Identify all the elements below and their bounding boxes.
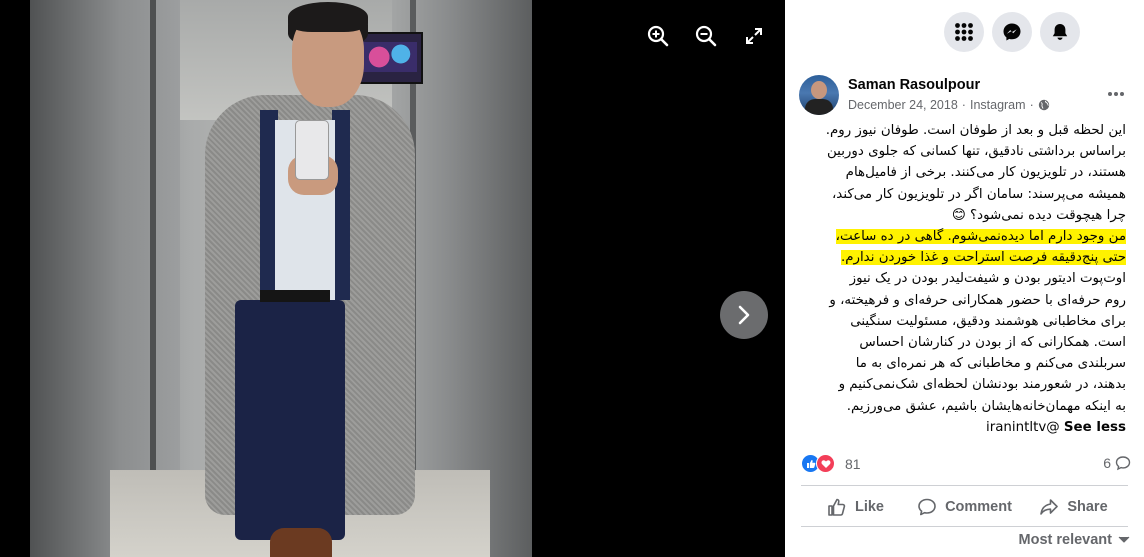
post-panel: Saman Rasoulpour December 24, 2018 · Ins… <box>785 0 1144 557</box>
meta-separator: · <box>1029 98 1034 112</box>
love-reaction-icon <box>816 454 835 473</box>
post-text-line: هستند، در تلویزیون کار می‌کنند. برخی از … <box>845 165 1126 181</box>
next-photo-button[interactable] <box>720 291 768 339</box>
comment-sort-label: Most relevant <box>1018 532 1112 548</box>
zoom-out-button[interactable] <box>692 22 720 50</box>
notifications-bell-icon <box>1052 24 1068 40</box>
share-label: Share <box>1067 499 1108 515</box>
post-text-line: اوت‌پوت ادیتور بودن و شیفت‌لیدر بودن در … <box>849 271 1126 287</box>
elevator-screen <box>355 32 423 84</box>
post-source: Instagram <box>969 98 1026 112</box>
more-horizontal-icon <box>1108 92 1124 96</box>
post-photo[interactable] <box>30 0 532 557</box>
post-meta: December 24, 2018 · Instagram · <box>848 98 1050 112</box>
top-bar <box>785 12 1144 54</box>
like-label: Like <box>854 499 884 515</box>
messenger-icon <box>1003 23 1021 41</box>
person-shoe <box>270 528 332 557</box>
post-text-last-line: iranintltv@ See less <box>801 417 1126 438</box>
divider <box>801 526 1128 527</box>
comment-sort-dropdown[interactable]: Most relevant <box>1019 532 1130 548</box>
fullscreen-button[interactable] <box>740 22 768 50</box>
messenger-button[interactable] <box>992 12 1032 52</box>
chevron-right-icon <box>738 305 750 325</box>
post-text-line: چرا هیچوقت دیده نمی‌شود؟ 😊 <box>951 207 1126 223</box>
zoom-out-icon <box>695 25 717 47</box>
post-text-line: روم حرفه‌ای با حضور همکارانی حرفه‌ای و ف… <box>829 292 1126 308</box>
comment-label: Comment <box>945 499 1012 515</box>
post-actions: Like Comment Share <box>801 490 1128 524</box>
divider <box>801 485 1128 486</box>
highlighted-text: من وجود دارم اما دیده‌نمی‌شوم. گاهی در د… <box>835 229 1126 245</box>
see-less-link[interactable]: See less <box>1064 420 1126 435</box>
comment-count[interactable]: 6 <box>1103 455 1131 471</box>
zoom-in-button[interactable] <box>644 22 672 50</box>
post-text-line: این لحظه قبل و بعد از طوفان است. طوفان ن… <box>825 123 1126 138</box>
comment-bubble-icon <box>1115 456 1131 471</box>
avatar[interactable] <box>799 75 839 115</box>
more-options-button[interactable] <box>1101 79 1131 109</box>
post-text-line: است. همکارانی که از بودن در کنارشان احسا… <box>859 335 1126 351</box>
person-phone <box>295 120 329 180</box>
post-text-line: برای مخاطبانی هوشمند ودقیق، مسئولیت سنگی… <box>850 313 1126 329</box>
comment-button[interactable]: Comment <box>910 490 1019 524</box>
reaction-icons[interactable] <box>801 454 841 474</box>
chevron-down-icon <box>1118 536 1130 543</box>
person-pants <box>235 300 345 540</box>
comment-icon <box>918 498 936 516</box>
post-text-line: به اینکه مهمان‌خانه‌هایشان باشیم، عشق می… <box>846 398 1126 414</box>
author-name[interactable]: Saman Rasoulpour <box>848 77 980 93</box>
notifications-button[interactable] <box>1040 12 1080 52</box>
zoom-in-icon <box>647 25 669 47</box>
reaction-count[interactable]: 81 <box>845 456 861 472</box>
post-text-line: براساس برداشتی نادقیق، تنها کسانی که جلو… <box>826 144 1126 160</box>
fullscreen-icon <box>746 28 762 44</box>
meta-separator: · <box>961 98 966 112</box>
globe-icon <box>1038 99 1049 111</box>
post-text-line: بدهند، در شعورمند بودنشان لحظه‌ای شک‌نمی… <box>838 377 1126 393</box>
hashtag-link[interactable]: iranintltv@ <box>986 420 1060 435</box>
share-icon <box>1040 499 1059 515</box>
person-hair-top <box>288 2 368 32</box>
post-text-line-highlighted: حتی پنج‌دقیقه فرصت استراحت و غذا خوردن ن… <box>801 247 1126 268</box>
reactions-bar: 81 6 <box>801 452 1131 476</box>
post-text-line-highlighted: من وجود دارم اما دیده‌نمی‌شوم. گاهی در د… <box>801 226 1126 247</box>
post-text: این لحظه قبل و بعد از طوفان است. طوفان ن… <box>801 120 1126 438</box>
menu-button[interactable] <box>944 12 984 52</box>
post-text-line: سربلندی می‌کنم و مخاطبانی که هر نمره‌ای … <box>855 356 1126 372</box>
highlighted-text: حتی پنج‌دقیقه فرصت استراحت و غذا خوردن ن… <box>840 250 1126 266</box>
post-header: Saman Rasoulpour December 24, 2018 · Ins… <box>799 73 1131 121</box>
menu-grid-icon <box>955 23 973 41</box>
like-button[interactable]: Like <box>801 490 910 524</box>
person-belt <box>260 290 330 302</box>
like-icon <box>828 498 846 516</box>
comment-count-value: 6 <box>1103 455 1111 471</box>
photo-viewer <box>0 0 785 557</box>
post-date[interactable]: December 24, 2018 <box>848 98 958 112</box>
share-button[interactable]: Share <box>1019 490 1128 524</box>
post-text-line: همیشه می‌پرسند: سامان اگر در تلویزیون کا… <box>831 186 1126 202</box>
